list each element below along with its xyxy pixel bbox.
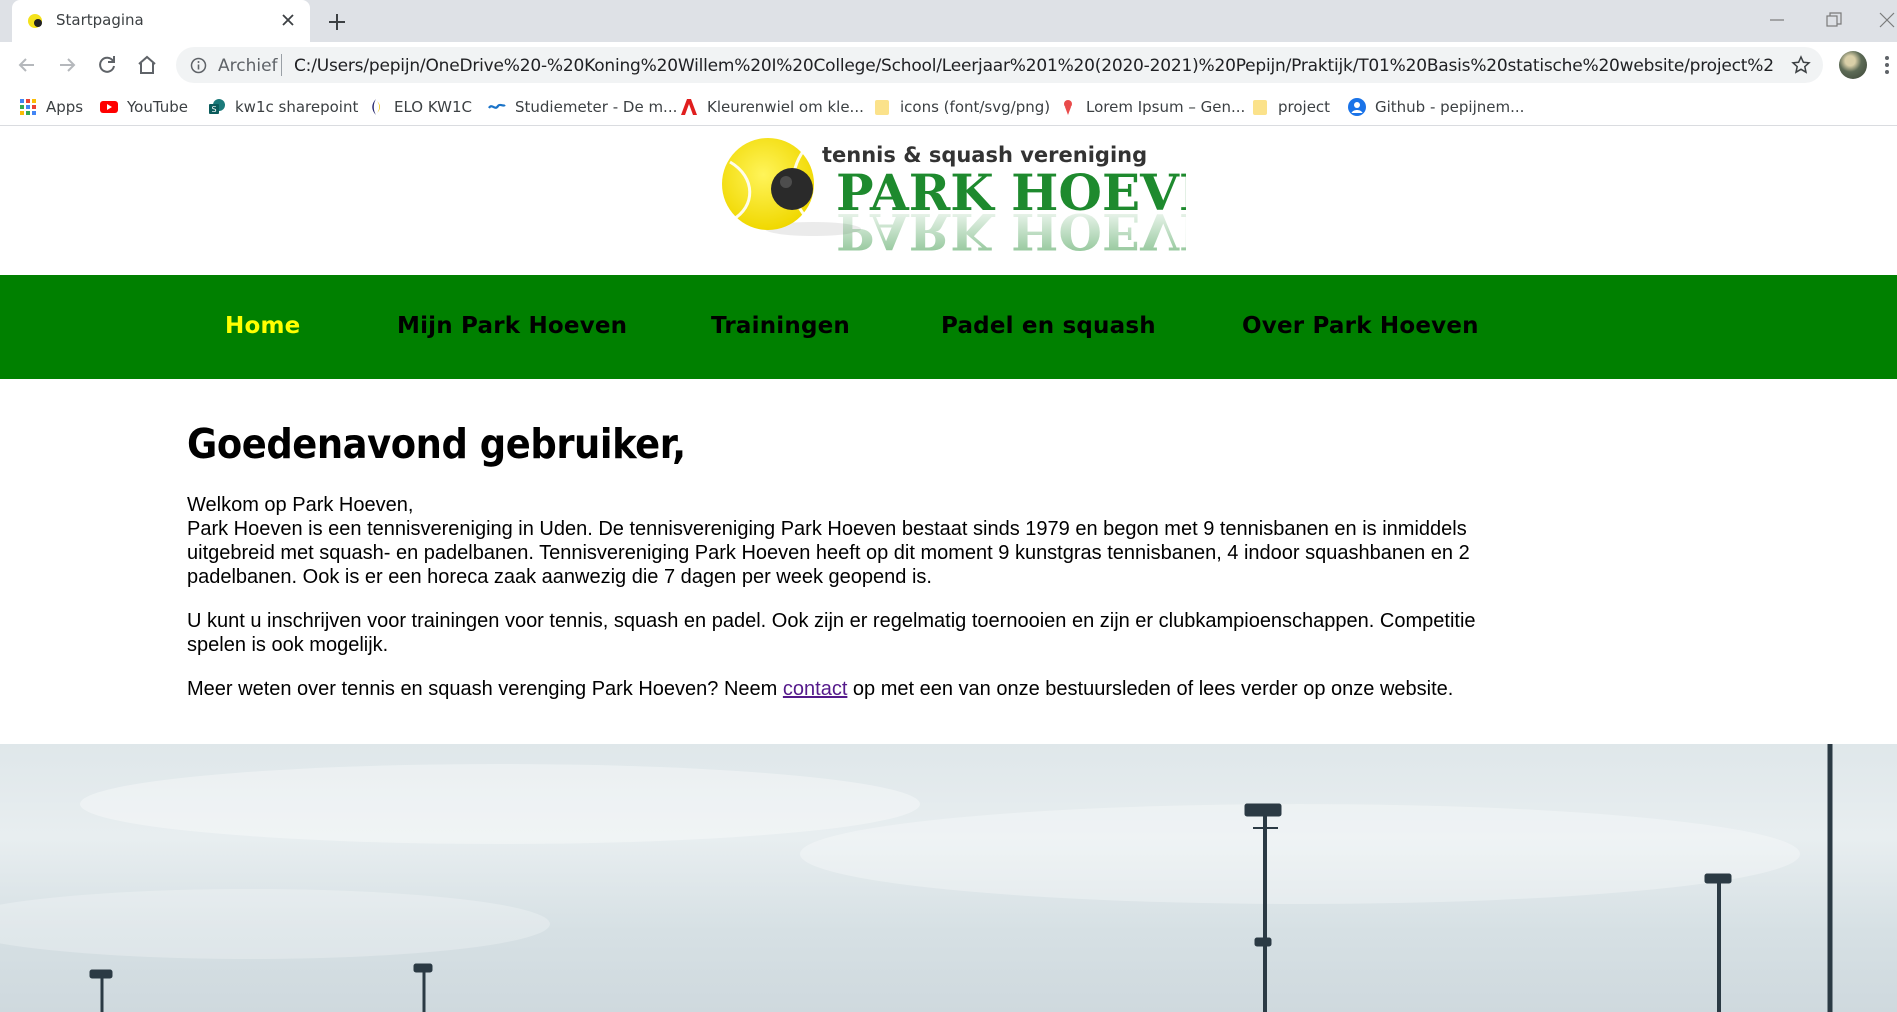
bookmark-label: Apps	[46, 98, 84, 116]
nav-link-over-park-hoeven[interactable]: Over Park Hoeven	[1242, 313, 1479, 339]
menu-dots-icon[interactable]	[1884, 54, 1890, 76]
contact-text-before: Meer weten over tennis en squash verengi…	[187, 678, 783, 700]
elo-icon	[372, 99, 380, 115]
main-content: Goedenavond gebruiker, Welkom op Park Ho…	[187, 416, 1487, 701]
forward-arrow-icon[interactable]	[54, 52, 80, 78]
park-hoeven-logo[interactable]: tennis & squash vereniging PARK HOEVEN P…	[716, 132, 1186, 270]
url-text[interactable]: C:/Users/pepijn/OneDrive%20-%20Koning%20…	[294, 56, 1774, 76]
github-profile-icon	[1348, 98, 1366, 116]
hero-image	[0, 744, 1897, 1012]
profile-avatar[interactable]	[1839, 51, 1867, 79]
bookmark-elo-kw1c[interactable]: ELO KW1C	[367, 96, 472, 118]
bookmark-lorem-ipsum[interactable]: Lorem Ipsum – Gen...	[1059, 96, 1245, 118]
bookmark-github[interactable]: Github - pepijnem...	[1348, 96, 1524, 118]
new-tab-plus-icon[interactable]	[325, 10, 349, 34]
bookmark-icons[interactable]: icons (font/svg/png)	[873, 96, 1050, 118]
bookmark-kw1c-sharepoint[interactable]: S kw1c sharepoint	[208, 96, 358, 118]
apps-grid-icon	[20, 99, 36, 115]
url-chip: Archief	[218, 56, 278, 76]
bookmark-star-icon[interactable]	[1791, 55, 1811, 75]
address-bar[interactable]: Archief C:/Users/pepijn/OneDrive%20-%20K…	[176, 47, 1823, 83]
bookmarks-bar: Apps YouTube S kw1c sharepoint ELO KW1C …	[0, 88, 1897, 126]
bookmark-label: project	[1278, 98, 1331, 116]
folder-icon	[875, 100, 889, 115]
sharepoint-icon: S	[209, 99, 225, 114]
welcome-text: Welkom op Park Hoeven,	[187, 494, 414, 516]
svg-text:S: S	[211, 105, 216, 114]
bookmark-label: ELO KW1C	[394, 98, 473, 116]
site-header: tennis & squash vereniging PARK HOEVEN P…	[0, 127, 1897, 275]
studiemeter-icon	[488, 103, 506, 109]
info-icon[interactable]	[190, 57, 207, 74]
bookmark-kleurenwiel[interactable]: Kleurenwiel om kle...	[680, 96, 864, 118]
intro-paragraph: Welkom op Park Hoeven, Park Hoeven is ee…	[187, 493, 1487, 589]
bookmark-label: Lorem Ipsum – Gen...	[1086, 98, 1246, 116]
nav-link-padel-en-squash[interactable]: Padel en squash	[941, 313, 1156, 339]
nav-link-mijn-park-hoeven[interactable]: Mijn Park Hoeven	[397, 313, 627, 339]
folder-icon	[1253, 100, 1267, 115]
browser-toolbar: Archief C:/Users/pepijn/OneDrive%20-%20K…	[0, 42, 1897, 88]
tab-strip: Startpagina	[0, 0, 1897, 42]
minimize-window-icon[interactable]	[1766, 9, 1788, 31]
bookmark-youtube[interactable]: YouTube	[100, 96, 188, 118]
tennis-ball-favicon-icon	[28, 14, 42, 28]
restore-window-icon[interactable]	[1823, 9, 1845, 31]
bookmark-project[interactable]: project	[1251, 96, 1330, 118]
logo-reflection: PARK HOEVEN	[836, 202, 1186, 261]
home-icon[interactable]	[134, 52, 160, 78]
main-navigation: Home Mijn Park Hoeven Trainingen Padel e…	[0, 275, 1897, 379]
reload-icon[interactable]	[94, 52, 120, 78]
trainings-paragraph: U kunt u inschrijven voor trainingen voo…	[187, 610, 1476, 656]
bookmark-apps[interactable]: Apps	[19, 96, 83, 118]
close-tab-icon[interactable]	[278, 10, 298, 30]
tennis-court-floodlights-image	[0, 744, 1833, 1012]
page-title: Goedenavond gebruiker,	[187, 420, 686, 468]
bookmark-studiemeter[interactable]: Studiemeter - De m...	[488, 96, 677, 118]
lorem-icon	[1064, 100, 1072, 115]
nav-link-home[interactable]: Home	[225, 313, 300, 339]
bookmark-label: YouTube	[127, 98, 188, 116]
youtube-icon	[100, 101, 118, 113]
adobe-icon	[681, 99, 697, 115]
intro-text: Park Hoeven is een tennisvereniging in U…	[187, 518, 1470, 588]
contact-paragraph: Meer weten over tennis en squash verengi…	[187, 677, 1487, 701]
tab-startpagina[interactable]: Startpagina	[12, 0, 310, 42]
bookmark-label: Studiemeter - De m...	[515, 98, 678, 116]
nav-link-trainingen[interactable]: Trainingen	[711, 313, 850, 339]
contact-link[interactable]: contact	[783, 678, 847, 700]
url-separator	[281, 54, 282, 76]
back-arrow-icon[interactable]	[14, 52, 40, 78]
bookmark-label: Kleurenwiel om kle...	[707, 98, 864, 116]
bookmark-label: kw1c sharepoint	[235, 98, 359, 116]
tab-title: Startpagina	[56, 11, 144, 29]
contact-text-after: op met een van onze bestuursleden of lee…	[847, 678, 1454, 700]
bookmark-label: Github - pepijnem...	[1375, 98, 1525, 116]
close-window-icon[interactable]	[1876, 9, 1897, 31]
bookmark-label: icons (font/svg/png)	[900, 98, 1051, 116]
